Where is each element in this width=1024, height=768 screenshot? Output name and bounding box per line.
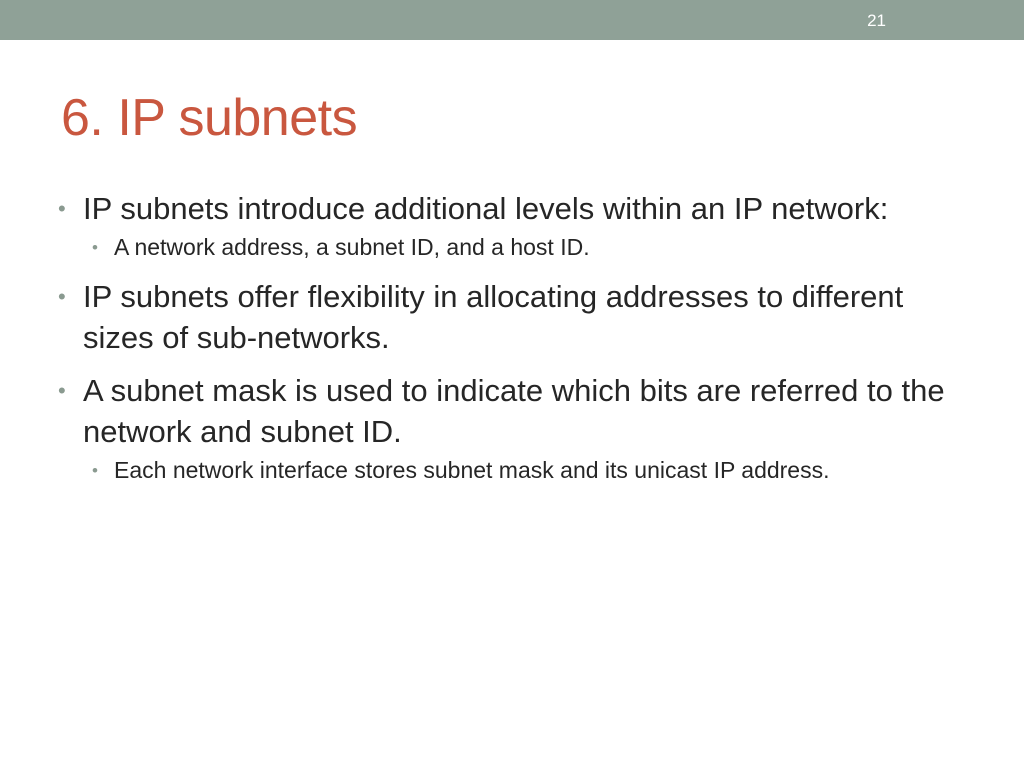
sub-bullet-text: A network address, a subnet ID, and a ho… (114, 234, 590, 260)
sub-bullet-item: • Each network interface stores subnet m… (92, 454, 914, 487)
bullet-dot-icon: • (58, 378, 66, 403)
bullet-text: IP subnets offer flexibility in allocati… (83, 279, 904, 355)
bullet-item: • IP subnets introduce additional levels… (58, 188, 963, 229)
bullet-item: • A subnet mask is used to indicate whic… (58, 370, 963, 452)
bullet-dot-icon: • (58, 196, 66, 221)
bullet-dot-icon: • (58, 284, 66, 309)
bullet-text: A subnet mask is used to indicate which … (83, 373, 945, 449)
bullet-item: • IP subnets offer flexibility in alloca… (58, 276, 963, 358)
sub-bullet-text: Each network interface stores subnet mas… (114, 457, 830, 483)
slide-title: 6. IP subnets (61, 89, 358, 147)
bullet-dot-icon: • (92, 461, 98, 480)
sub-bullet-item: • A network address, a subnet ID, and a … (92, 231, 914, 264)
slide: 21 6. IP subnets • IP subnets introduce … (0, 0, 1024, 768)
bullet-list: • IP subnets introduce additional levels… (0, 188, 1024, 499)
bullet-dot-icon: • (92, 238, 98, 257)
slide-number: 21 (867, 11, 886, 30)
top-bar: 21 (0, 0, 1024, 40)
bullet-text: IP subnets introduce additional levels w… (83, 191, 889, 226)
